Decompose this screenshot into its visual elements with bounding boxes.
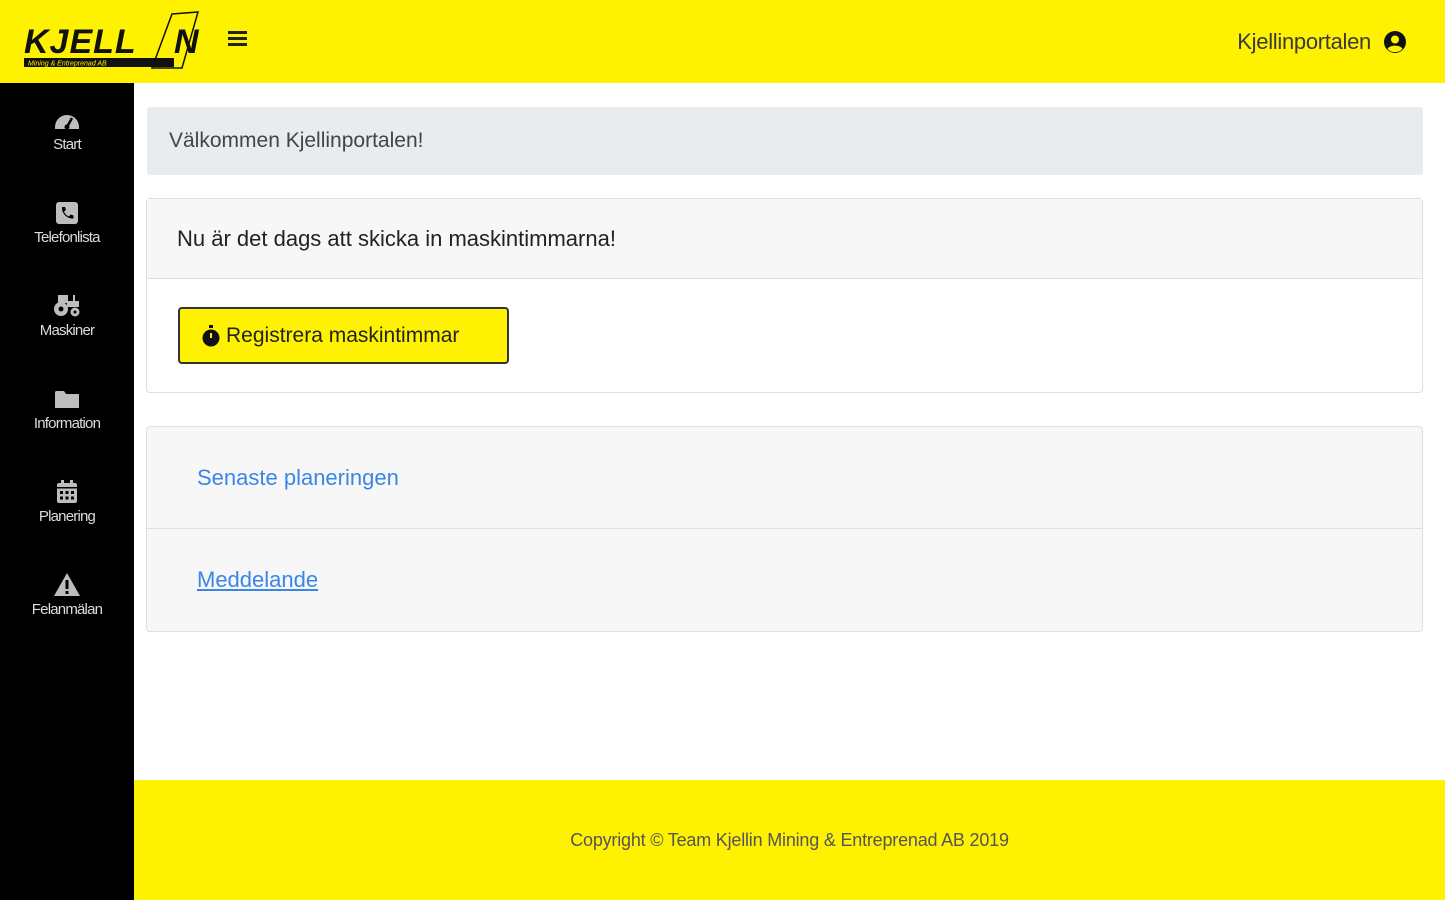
top-bar: KJELL N Mining & Entreprenad AB Kjellinp…	[0, 0, 1445, 83]
sidebar-item-planering[interactable]: Planering	[0, 479, 134, 559]
sidebar-item-label: Maskiner	[39, 322, 95, 339]
sidebar: Start Telefonlista Maskiner Information	[0, 83, 134, 900]
links-panel: Senaste planeringen Meddelande	[146, 426, 1423, 632]
phone-square-icon	[56, 202, 78, 224]
sidebar-item-label: Start	[53, 136, 81, 153]
sidebar-item-label: Telefonlista	[34, 229, 100, 246]
copyright-text: Copyright © Team Kjellin Mining & Entrep…	[570, 829, 1009, 850]
sidebar-item-information[interactable]: Information	[0, 386, 134, 466]
stopwatch-icon	[202, 324, 220, 346]
calendar-icon	[57, 480, 77, 503]
list-item: Meddelande	[147, 529, 1422, 631]
user-menu[interactable]: Kjellinportalen	[1237, 28, 1407, 56]
footer: Copyright © Team Kjellin Mining & Entrep…	[134, 780, 1445, 900]
svg-text:N: N	[174, 23, 200, 61]
dashboard-icon	[55, 115, 79, 130]
message-link[interactable]: Meddelande	[197, 567, 318, 593]
portal-title: Kjellinportalen	[1237, 29, 1371, 54]
list-item: Senaste planeringen	[147, 427, 1422, 529]
sidebar-item-label: Planering	[38, 508, 96, 525]
kjellin-logo[interactable]: KJELL N Mining & Entreprenad AB	[22, 10, 218, 72]
sidebar-item-felanmalan[interactable]: Felanmälan	[0, 572, 134, 652]
register-hours-label: Registrera maskintimmar	[226, 323, 460, 347]
latest-planning-link[interactable]: Senaste planeringen	[197, 465, 399, 491]
svg-text:Mining & Entreprenad AB: Mining & Entreprenad AB	[28, 61, 107, 68]
sidebar-item-maskiner[interactable]: Maskiner	[0, 293, 134, 373]
hours-card: Nu är det dags att skicka in maskintimma…	[146, 198, 1423, 393]
welcome-banner: Välkommen Kjellinportalen!	[147, 107, 1423, 175]
card-header: Nu är det dags att skicka in maskintimma…	[147, 199, 1422, 279]
user-circle-icon[interactable]	[1383, 30, 1407, 54]
card-body: Registrera maskintimmar	[147, 279, 1422, 393]
sidebar-item-label: Information	[33, 415, 101, 432]
main-content: Välkommen Kjellinportalen! Nu är det dag…	[134, 83, 1445, 780]
svg-text:KJELL: KJELL	[24, 23, 137, 61]
folder-icon	[55, 391, 79, 408]
sidebar-item-telefonlista[interactable]: Telefonlista	[0, 200, 134, 280]
register-hours-button[interactable]: Registrera maskintimmar	[178, 307, 509, 364]
sidebar-item-start[interactable]: Start	[0, 107, 134, 187]
warning-icon	[54, 573, 80, 596]
menu-toggle-icon[interactable]	[228, 28, 250, 52]
tractor-icon	[54, 295, 80, 317]
sidebar-item-label: Felanmälan	[31, 601, 103, 618]
